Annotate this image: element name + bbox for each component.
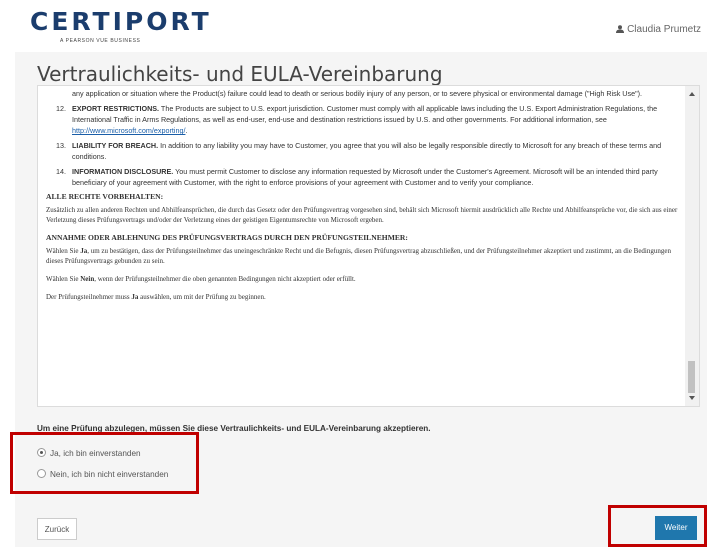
- highlight-box-next: [608, 505, 707, 547]
- item-text: In addition to any liability you may hav…: [72, 141, 662, 161]
- rights-heading: ALLE RECHTE VORBEHALTEN:: [46, 192, 164, 201]
- item-number: 12.: [56, 104, 66, 113]
- acceptance-heading: ANNAHME ODER ABLEHNUNG DES PRÜFUNGSVERTR…: [46, 233, 408, 242]
- item-heading: LIABILITY FOR BREACH.: [72, 141, 159, 150]
- acceptance-paragraph-required: Der Prüfungsteilnehmer muss Ja auswählen…: [46, 292, 684, 302]
- item-heading: INFORMATION DISCLOSURE.: [72, 167, 174, 176]
- agreement-item-14: 14. INFORMATION DISCLOSURE. You must per…: [46, 166, 684, 188]
- agreement-item-13: 13. LIABILITY FOR BREACH. In addition to…: [46, 140, 684, 162]
- header: CERTIPORT A PEARSON VUE BUSINESS Claudia…: [0, 0, 707, 52]
- p-text: Der Prüfungsteilnehmer muss: [46, 293, 132, 301]
- p-text: , um zu bestätigen, dass der Prüfungstei…: [46, 247, 671, 265]
- user-icon: [616, 25, 625, 33]
- scroll-down-icon[interactable]: [689, 396, 695, 400]
- p-text: , wenn der Prüfungsteilnehmer die oben g…: [94, 275, 356, 283]
- agreement-text-box[interactable]: any application or situation where the P…: [37, 85, 700, 407]
- agreement-scrollbar[interactable]: [685, 86, 699, 406]
- acceptance-paragraph-yes: Wählen Sie Ja, um zu bestätigen, dass de…: [46, 246, 684, 266]
- p-text: auswählen, um mit der Prüfung zu beginne…: [138, 293, 266, 301]
- user-name: Claudia Prumetz: [627, 24, 701, 35]
- back-button[interactable]: Zurück: [37, 518, 77, 540]
- logo-text: CERTIPORT: [30, 7, 212, 36]
- item-text: The Products are subject to U.S. export …: [72, 104, 658, 124]
- item-heading: EXPORT RESTRICTIONS.: [72, 104, 160, 113]
- agreement-item-12: 12. EXPORT RESTRICTIONS. The Products ar…: [46, 103, 684, 136]
- p-bold: Nein: [80, 275, 95, 283]
- p-text: Wählen Sie: [46, 247, 81, 255]
- scroll-up-icon[interactable]: [689, 92, 695, 96]
- logo-tagline: A PEARSON VUE BUSINESS: [60, 38, 141, 44]
- agreement-content: any application or situation where the P…: [46, 88, 684, 310]
- export-link[interactable]: http://www.microsoft.com/exporting/: [72, 126, 185, 135]
- scrollbar-thumb[interactable]: [688, 361, 695, 393]
- item-number: 13.: [56, 141, 66, 150]
- agreement-item-continued: any application or situation where the P…: [72, 89, 643, 98]
- user-menu[interactable]: Claudia Prumetz: [616, 24, 701, 35]
- item-tail: .: [185, 126, 188, 135]
- item-number: 14.: [56, 167, 66, 176]
- page-title: Vertraulichkeits- und EULA-Vereinbarung: [37, 62, 443, 86]
- rights-text: Zusätzlich zu allen anderen Rechten und …: [46, 206, 678, 224]
- certiport-logo[interactable]: CERTIPORT A PEARSON VUE BUSINESS: [30, 8, 209, 48]
- p-text: Wählen Sie: [46, 275, 81, 283]
- acceptance-paragraph-no: Wählen Sie Nein, wenn der Prüfungsteilne…: [46, 274, 684, 284]
- highlight-box-options: [10, 432, 199, 494]
